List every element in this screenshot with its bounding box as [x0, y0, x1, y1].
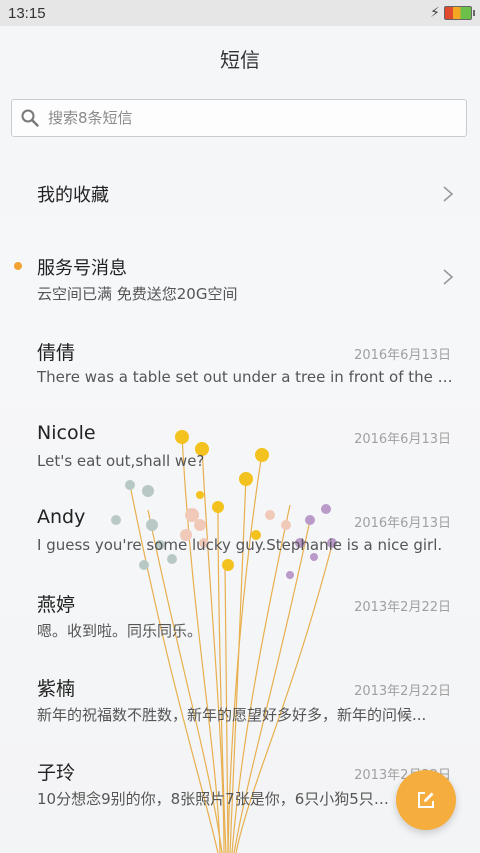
favorites-label: 我的收藏 [37, 185, 109, 206]
conversation-item[interactable]: 紫楠 2013年2月22日 新年的祝福数不胜数，新年的愿望好多好多，新年的问候.… [0, 674, 480, 734]
message-snippet: 嗯。收到啦。同乐同乐。 [37, 622, 203, 640]
compose-icon [418, 792, 434, 808]
search-icon [21, 109, 39, 127]
conversation-item[interactable]: 倩倩 2016年6月13日 There was a table set out … [0, 338, 480, 398]
status-indicators: ⚡ [430, 5, 475, 21]
compose-button[interactable] [396, 770, 456, 830]
contact-name: 子玲 [37, 762, 76, 784]
conversation-item[interactable]: Andy 2016年6月13日 I guess you're some luck… [0, 506, 480, 566]
message-snippet: I guess you're some lucky guy.Stephanie … [37, 536, 443, 554]
contact-name: Nicole [37, 422, 96, 444]
message-snippet: Let's eat out,shall we? [37, 452, 205, 470]
page-title: 短信 [220, 48, 260, 72]
unread-dot [14, 262, 22, 270]
contact-name: 燕婷 [37, 594, 76, 616]
contact-name: 紫楠 [37, 678, 76, 700]
message-snippet: 10分想念9别的你，8张照片7张是你，6只小狗5只像你... [37, 790, 397, 808]
message-date: 2016年6月13日 [354, 432, 451, 447]
contact-name: 倩倩 [37, 342, 76, 364]
message-date: 2013年2月22日 [354, 684, 451, 699]
service-title: 服务号消息 [37, 258, 127, 279]
chevron-right-icon [443, 269, 454, 285]
status-time: 13:15 [8, 4, 46, 22]
message-snippet: There was a table set out under a tree i… [37, 368, 453, 386]
battery-icon [444, 6, 475, 20]
message-snippet: 新年的祝福数不胜数，新年的愿望好多好多，新年的问候... [37, 706, 427, 724]
service-subtitle: 云空间已满 免费送您20G空间 [37, 285, 238, 303]
service-messages-row[interactable]: 服务号消息 云空间已满 免费送您20G空间 [0, 250, 480, 306]
charging-bolt-icon: ⚡ [430, 5, 440, 21]
search-input[interactable] [46, 108, 430, 128]
search-box[interactable] [11, 99, 467, 137]
message-date: 2013年2月22日 [354, 600, 451, 615]
message-date: 2016年6月13日 [354, 516, 451, 531]
status-bar: 13:15 ⚡ [0, 0, 480, 26]
message-date: 2016年6月13日 [354, 348, 451, 363]
favorites-row[interactable]: 我的收藏 [0, 168, 480, 220]
contact-name: Andy [37, 506, 86, 528]
conversation-item[interactable]: Nicole 2016年6月13日 Let's eat out,shall we… [0, 422, 480, 482]
chevron-right-icon [443, 186, 454, 202]
conversation-item[interactable]: 燕婷 2013年2月22日 嗯。收到啦。同乐同乐。 [0, 590, 480, 650]
